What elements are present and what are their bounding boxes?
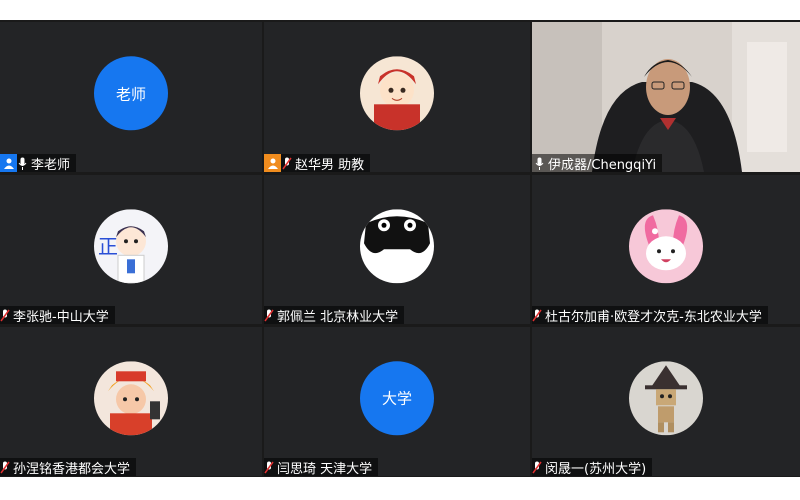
- cohost-icon: [264, 154, 281, 172]
- mic-muted-icon: [264, 460, 275, 474]
- participant-name-tag: 郭佩兰 北京林业大学: [264, 306, 405, 325]
- participant-name: 郭佩兰 北京林业大学: [277, 309, 399, 325]
- avatar: 大学: [360, 360, 434, 435]
- participant-name: 李张驰-中山大学: [13, 309, 109, 325]
- mic-muted-icon: [532, 460, 543, 474]
- black-cat-avatar: [360, 208, 434, 283]
- cartoon-girl-avatar: [360, 56, 434, 131]
- participant-name-tag: 伊成器/ChengqiYi: [532, 154, 663, 173]
- participant-name-tag: 孙涅铭香港都会大学: [0, 458, 137, 477]
- participant-name-tag: 赵华男 助教: [264, 154, 371, 173]
- participant-name-tag: 闫思琦 天津大学: [264, 458, 379, 477]
- mic-on-icon: [535, 156, 546, 170]
- participant-tile[interactable]: 闵晟一(苏州大学): [532, 327, 800, 476]
- participant-tile[interactable]: 老师 李老师: [0, 22, 262, 172]
- tiger-hat-avatar: [94, 360, 168, 435]
- avatar-text: 老师: [115, 84, 146, 103]
- top-bar: [0, 0, 800, 20]
- cardboard-robot-avatar: [629, 360, 703, 435]
- participant-tile[interactable]: 郭佩兰 北京林业大学: [264, 175, 530, 324]
- mic-muted-icon: [0, 460, 11, 474]
- participant-tile[interactable]: 大学 闫思琦 天津大学: [264, 327, 530, 476]
- participant-tile-active-speaker[interactable]: 伊成器/ChengqiYi: [532, 22, 800, 172]
- avatar: 老师: [94, 56, 168, 131]
- participant-tile[interactable]: 赵华男 助教: [264, 22, 530, 172]
- participant-name: 李老师: [31, 157, 71, 173]
- mic-on-icon: [18, 156, 29, 170]
- participant-name-tag: 李张驰-中山大学: [0, 306, 115, 324]
- participant-name: 赵华男 助教: [295, 157, 365, 173]
- participant-name: 闫思琦 天津大学: [277, 461, 373, 477]
- video-feed: [532, 22, 800, 172]
- participant-tile[interactable]: 正 李张驰-中山大学: [0, 175, 262, 324]
- participant-name-tag: 闵晟一(苏州大学): [532, 458, 653, 477]
- video-gallery: 老师 李老师 赵华男 助教 伊成器/ChengqiYi 正 李张驰-中山大学 郭…: [0, 20, 800, 477]
- participant-tile[interactable]: 孙涅铭香港都会大学: [0, 327, 262, 476]
- participant-name: 杜古尔加甫·欧登才次克-东北农业大学: [545, 309, 762, 325]
- svg-text:正: 正: [98, 234, 118, 258]
- participant-name: 孙涅铭香港都会大学: [13, 461, 131, 477]
- participant-name-tag: 杜古尔加甫·欧登才次克-东北农业大学: [532, 306, 768, 324]
- mic-muted-icon: [532, 308, 543, 322]
- host-icon: [0, 154, 17, 172]
- mic-muted-icon: [282, 156, 293, 170]
- mic-muted-icon: [0, 308, 11, 322]
- avatar-text: 大学: [381, 389, 412, 408]
- participant-tile[interactable]: 杜古尔加甫·欧登才次克-东北农业大学: [532, 175, 800, 324]
- pink-rabbit-avatar: [629, 208, 703, 283]
- participant-name: 闵晟一(苏州大学): [545, 461, 647, 477]
- participant-name-tag: 李老师: [0, 154, 77, 173]
- mic-muted-icon: [264, 308, 275, 322]
- cartoon-boy-avatar: 正: [94, 208, 168, 283]
- bottom-bar: [0, 477, 800, 500]
- participant-name: 伊成器/ChengqiYi: [548, 157, 657, 173]
